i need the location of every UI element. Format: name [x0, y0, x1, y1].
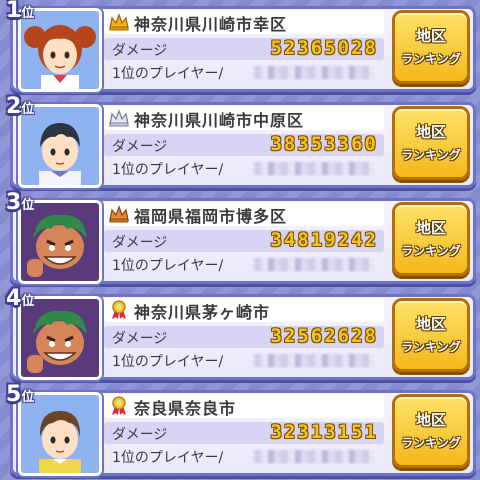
area-ranking-button-line2: ランキング: [401, 52, 461, 66]
rank-number: 3: [6, 190, 22, 215]
area-ranking-button-line2: ランキング: [401, 436, 461, 450]
area-ranking-button[interactable]: 地区 ランキング: [392, 106, 470, 180]
area-ranking-button[interactable]: 地区 ランキング: [392, 394, 470, 468]
area-ranking-button-line2: ランキング: [401, 340, 461, 354]
red-ribbon-medal-icon: [108, 300, 130, 320]
region-name: 神奈川県川崎市中原区: [134, 111, 305, 130]
region-name: 神奈川県川崎市幸区: [134, 15, 288, 34]
rank-number: 2: [6, 94, 22, 119]
top-player-row: 1位のプレイヤー/: [104, 350, 384, 370]
rank-label: 2位: [6, 94, 34, 119]
damage-row: ダメージ 38353360: [104, 133, 384, 156]
rank-suffix: 位: [21, 102, 35, 117]
top-player-name-blurred: [254, 354, 374, 367]
damage-label: ダメージ: [112, 139, 168, 155]
ranking-row-4: 4位 神奈川県茅ヶ崎市 ダメージ 32562628 1位のプレイヤー/ 地区 ラ…: [4, 286, 476, 380]
region-bar: 奈良県奈良市: [104, 394, 384, 418]
area-ranking-button[interactable]: 地区 ランキング: [392, 10, 470, 84]
area-ranking-button-line1: 地区: [415, 123, 446, 141]
region-bar: 福岡県福岡市博多区: [104, 202, 384, 226]
damage-value: 34819242: [270, 229, 378, 251]
rank-number: 1: [6, 0, 22, 23]
damage-value: 52365028: [270, 37, 378, 59]
top-player-label: 1位のプレイヤー/: [112, 354, 224, 370]
area-ranking-button-line2: ランキング: [401, 244, 461, 258]
top-player-label: 1位のプレイヤー/: [112, 258, 224, 274]
rank-label: 1位: [6, 0, 34, 23]
area-ranking-button-line1: 地区: [415, 219, 446, 237]
damage-row: ダメージ 34819242: [104, 229, 384, 252]
damage-row: ダメージ 32562628: [104, 325, 384, 348]
rank-suffix: 位: [21, 198, 35, 213]
red-ribbon-medal-icon: [108, 396, 130, 416]
rank-label: 5位: [6, 382, 34, 407]
area-ranking-button-line1: 地区: [415, 315, 446, 333]
region-bar: 神奈川県川崎市幸区: [104, 10, 384, 34]
top-player-name-blurred: [254, 450, 374, 463]
rank-suffix: 位: [21, 294, 35, 309]
top-player-name-blurred: [254, 66, 374, 79]
top-player-label: 1位のプレイヤー/: [112, 162, 224, 178]
top-player-label: 1位のプレイヤー/: [112, 450, 224, 466]
area-ranking-button-line1: 地区: [415, 411, 446, 429]
area-ranking-button[interactable]: 地区 ランキング: [392, 298, 470, 372]
ranking-row-1: 1位 神奈川県川崎市幸区 ダメージ 52365028 1位のプレイヤー/ 地区 …: [4, 0, 476, 92]
top-player-row: 1位のプレイヤー/: [104, 254, 384, 274]
damage-row: ダメージ 32313151: [104, 421, 384, 444]
ranking-row-5: 5位 奈良県奈良市 ダメージ 32313151 1位のプレイヤー/ 地区 ランキ…: [4, 382, 476, 476]
area-ranking-button-line1: 地区: [415, 27, 446, 45]
damage-label: ダメージ: [112, 43, 168, 59]
region-bar: 神奈川県川崎市中原区: [104, 106, 384, 130]
bronze-crown-icon: [108, 204, 130, 224]
damage-value: 32313151: [270, 421, 378, 443]
rank-label: 3位: [6, 190, 34, 215]
rank-label: 4位: [6, 286, 34, 311]
gold-crown-icon: [108, 12, 130, 32]
area-ranking-button[interactable]: 地区 ランキング: [392, 202, 470, 276]
silver-crown-icon: [108, 108, 130, 128]
region-bar: 神奈川県茅ヶ崎市: [104, 298, 384, 322]
damage-label: ダメージ: [112, 235, 168, 251]
region-name: 神奈川県茅ヶ崎市: [134, 303, 271, 322]
rank-number: 5: [6, 382, 22, 407]
damage-value: 38353360: [270, 133, 378, 155]
top-player-name-blurred: [254, 162, 374, 175]
rank-suffix: 位: [21, 6, 35, 21]
ranking-row-2: 2位 神奈川県川崎市中原区 ダメージ 38353360 1位のプレイヤー/ 地区…: [4, 94, 476, 188]
rank-suffix: 位: [21, 390, 35, 405]
area-ranking-button-line2: ランキング: [401, 148, 461, 162]
region-name: 福岡県福岡市博多区: [134, 207, 288, 226]
top-player-name-blurred: [254, 258, 374, 271]
top-player-row: 1位のプレイヤー/: [104, 158, 384, 178]
top-player-row: 1位のプレイヤー/: [104, 446, 384, 466]
damage-value: 32562628: [270, 325, 378, 347]
damage-label: ダメージ: [112, 331, 168, 347]
rank-number: 4: [6, 286, 22, 311]
top-player-label: 1位のプレイヤー/: [112, 66, 224, 82]
ranking-list: 1位 神奈川県川崎市幸区 ダメージ 52365028 1位のプレイヤー/ 地区 …: [0, 0, 480, 480]
damage-label: ダメージ: [112, 427, 168, 443]
damage-row: ダメージ 52365028: [104, 37, 384, 60]
top-player-row: 1位のプレイヤー/: [104, 62, 384, 82]
region-name: 奈良県奈良市: [134, 399, 237, 418]
ranking-row-3: 3位 福岡県福岡市博多区 ダメージ 34819242 1位のプレイヤー/ 地区 …: [4, 190, 476, 284]
